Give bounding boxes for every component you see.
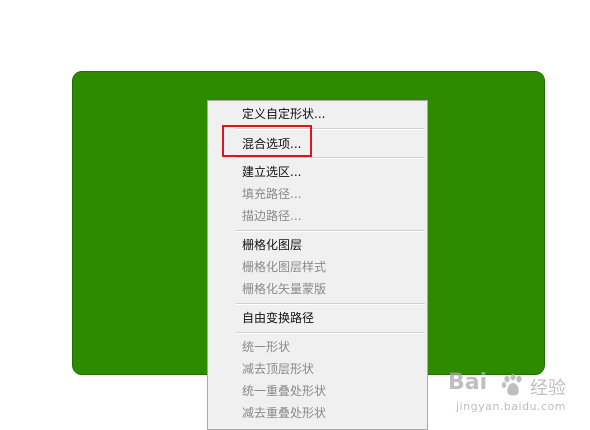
watermark-url: jingyan.baidu.com [456,400,567,413]
watermark-logo-text: Bai [448,370,488,395]
baidu-watermark: Bai 经验 jingyan.baidu.com [448,370,584,422]
menu-item-free-transform-path[interactable]: 自由变换路径 [242,308,314,328]
menu-item-define-custom-shape[interactable]: 定义自定形状... [242,104,325,124]
menu-separator [236,332,425,334]
menu-item-rasterize-layer[interactable]: 栅格化图层 [242,235,302,255]
menu-item-unite-overlap-shapes: 统一重叠处形状 [242,384,327,398]
baidu-paw-icon [501,373,522,396]
menu-item-make-selection[interactable]: 建立选区... [242,162,301,182]
menu-separator [236,157,425,159]
menu-separator [236,303,425,305]
menu-item-fill-path: 填充路径... [242,187,302,201]
menu-separator [236,230,425,232]
menu-item-subtract-front-shape: 减去顶层形状 [242,362,315,376]
red-highlight-box [222,125,312,157]
menu-item-stroke-path: 描边路径... [242,209,302,223]
menu-item-rasterize-vector-mask: 栅格化矢量蒙版 [242,282,327,296]
menu-item-unite-shapes: 统一形状 [242,340,291,354]
menu-item-subtract-overlap-shapes: 减去重叠处形状 [242,406,327,420]
watermark-jingyan-text: 经验 [530,378,566,399]
menu-item-rasterize-layer-style: 栅格化图层样式 [242,260,327,274]
